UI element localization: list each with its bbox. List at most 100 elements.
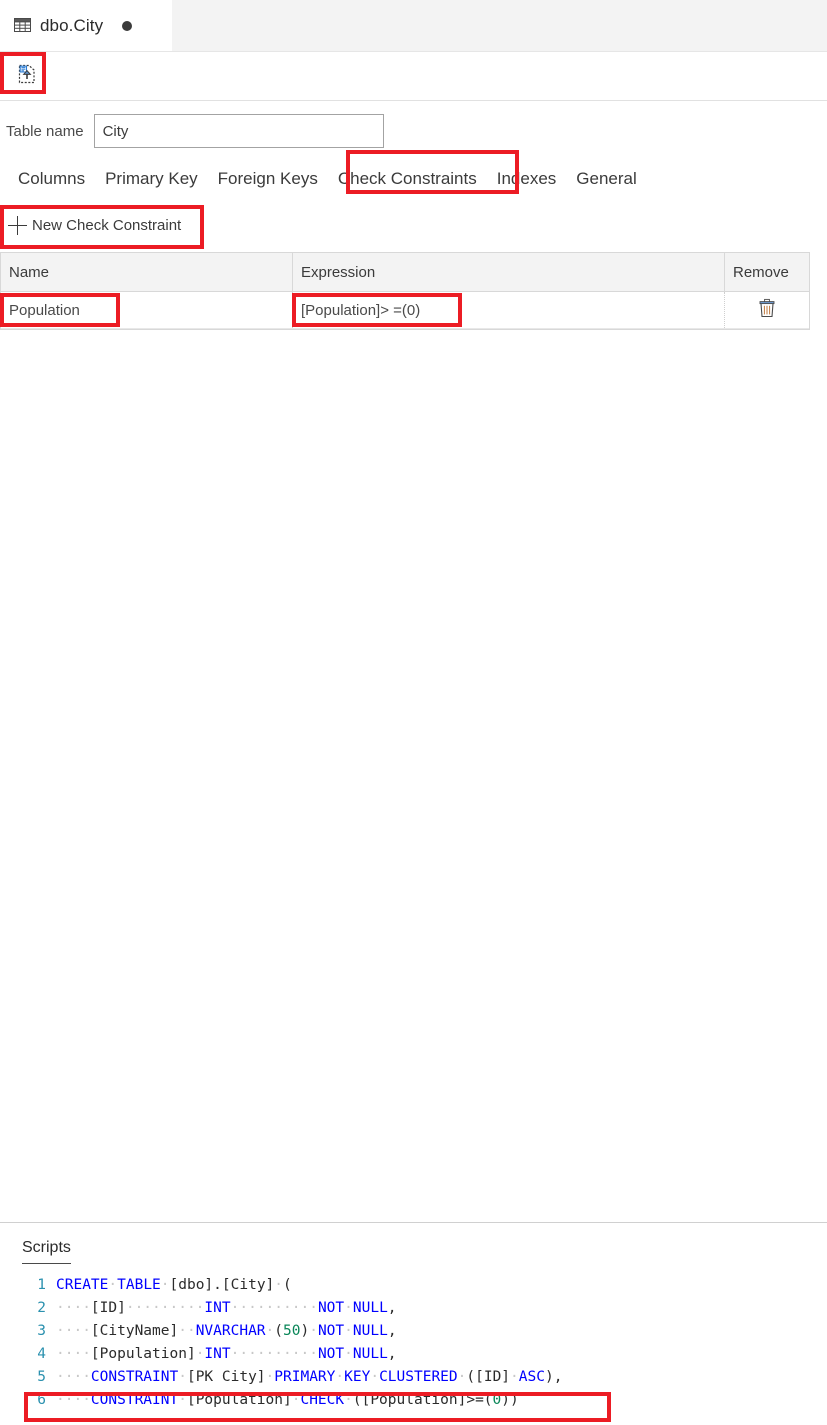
script-token: )) bbox=[501, 1392, 519, 1408]
script-token: · bbox=[370, 1369, 380, 1385]
script-code-view[interactable]: 1 CREATE·TABLE·[dbo].[City]·(2 ····[ID]···… bbox=[0, 1274, 827, 1412]
script-token: · bbox=[160, 1277, 170, 1293]
tab-columns[interactable]: Columns bbox=[8, 162, 95, 196]
column-header-name[interactable]: Name bbox=[1, 253, 293, 291]
line-number: 6 bbox=[37, 1392, 46, 1408]
designer-toolbar bbox=[0, 52, 827, 101]
script-token: [PK City] bbox=[186, 1369, 266, 1385]
script-token: ···· bbox=[56, 1392, 91, 1408]
tab-check-constraints[interactable]: Check Constraints bbox=[328, 162, 487, 196]
script-token: NOT bbox=[317, 1300, 345, 1316]
script-line: 2 ····[ID]·········INT··········NOT·NULL, bbox=[22, 1297, 827, 1320]
table-row[interactable]: Population [Population]> =(0) bbox=[1, 292, 809, 329]
script-line: 4 ····[Population]·INT··········NOT·NULL, bbox=[22, 1343, 827, 1366]
editor-tab-strip: dbo.City bbox=[0, 0, 827, 52]
tab-dbo-city[interactable]: dbo.City bbox=[0, 0, 172, 51]
line-number: 5 bbox=[37, 1369, 46, 1385]
script-token: NULL bbox=[352, 1346, 388, 1362]
script-token: [Population] bbox=[90, 1346, 196, 1362]
tab-label: dbo.City bbox=[40, 15, 104, 35]
column-header-expression[interactable]: Expression bbox=[293, 253, 725, 291]
trash-icon[interactable] bbox=[758, 298, 776, 322]
scripts-title[interactable]: Scripts bbox=[22, 1239, 71, 1264]
script-token: · bbox=[344, 1392, 353, 1408]
script-token: · bbox=[265, 1369, 275, 1385]
script-token: CLUSTERED bbox=[379, 1369, 458, 1385]
script-token: ···· bbox=[56, 1300, 91, 1316]
script-line: 1 CREATE·TABLE·[dbo].[City]·( bbox=[22, 1274, 827, 1297]
script-token: ········· bbox=[125, 1300, 205, 1316]
script-token: [ID] bbox=[475, 1369, 511, 1385]
script-token: CONSTRAINT bbox=[90, 1369, 179, 1385]
script-line: 3 ····[CityName]··NVARCHAR·(50)·NOT·NULL, bbox=[22, 1320, 827, 1343]
tab-primary-key[interactable]: Primary Key bbox=[95, 162, 208, 196]
script-line: 5 ····CONSTRAINT·[PK City]·PRIMARY·KEY·CL… bbox=[22, 1366, 827, 1389]
script-token: ·········· bbox=[230, 1300, 318, 1316]
script-token: , bbox=[387, 1323, 397, 1339]
script-token: , bbox=[387, 1300, 397, 1316]
script-token: [CityName] bbox=[90, 1323, 179, 1339]
script-token: PRIMARY bbox=[274, 1369, 336, 1385]
cell-remove[interactable] bbox=[725, 292, 809, 328]
script-token: ) bbox=[300, 1323, 310, 1339]
script-token: , bbox=[387, 1346, 397, 1362]
script-token: · bbox=[344, 1323, 353, 1339]
script-token: NULL bbox=[352, 1300, 388, 1316]
script-token: · bbox=[178, 1369, 187, 1385]
line-number: 1 bbox=[37, 1277, 46, 1293]
script-token: NOT bbox=[317, 1346, 345, 1362]
scripts-pane: Scripts 1 CREATE·TABLE·[dbo].[City]·(2 ···… bbox=[0, 1222, 827, 1425]
new-check-constraint-label: New Check Constraint bbox=[32, 217, 182, 234]
tab-general[interactable]: General bbox=[566, 162, 646, 196]
script-token: · bbox=[274, 1277, 284, 1293]
script-token: · bbox=[108, 1277, 118, 1293]
line-number: 3 bbox=[37, 1323, 46, 1339]
script-token: ( bbox=[274, 1323, 284, 1339]
designer-commands: New Check Constraint bbox=[0, 212, 827, 239]
line-number: 4 bbox=[37, 1346, 46, 1362]
table-name-label: Table name bbox=[6, 122, 84, 140]
script-token: ( bbox=[466, 1369, 476, 1385]
cell-constraint-name[interactable]: Population bbox=[1, 292, 293, 328]
script-token: [ID] bbox=[90, 1300, 126, 1316]
script-token: · bbox=[344, 1300, 353, 1316]
column-header-remove: Remove bbox=[733, 263, 789, 281]
script-token: ), bbox=[544, 1369, 563, 1385]
table-name-input[interactable] bbox=[93, 114, 384, 148]
line-number: 2 bbox=[37, 1300, 46, 1316]
tab-foreign-keys[interactable]: Foreign Keys bbox=[208, 162, 328, 196]
script-token: INT bbox=[204, 1346, 231, 1362]
script-token: · bbox=[510, 1369, 519, 1385]
script-token: KEY bbox=[344, 1369, 371, 1385]
designer-tab-list: Columns Primary Key Foreign Keys Check C… bbox=[0, 162, 827, 196]
scripts-header: Scripts bbox=[0, 1223, 827, 1264]
grid-header-row: Name Expression Remove bbox=[1, 253, 809, 292]
script-token: ( bbox=[283, 1277, 292, 1293]
script-token: ASC bbox=[518, 1369, 545, 1385]
publish-update-button[interactable] bbox=[12, 61, 42, 91]
script-token: · bbox=[178, 1392, 187, 1408]
script-token: TABLE bbox=[117, 1277, 161, 1293]
script-token: ·········· bbox=[230, 1346, 318, 1362]
script-token: ([Population]>=( bbox=[352, 1392, 493, 1408]
cell-constraint-expression[interactable]: [Population]> =(0) bbox=[293, 292, 725, 328]
script-token: ···· bbox=[56, 1346, 91, 1362]
script-token: NOT bbox=[317, 1323, 345, 1339]
script-token: NULL bbox=[352, 1323, 388, 1339]
script-token: NVARCHAR bbox=[195, 1323, 266, 1339]
new-check-constraint-button[interactable]: New Check Constraint bbox=[6, 212, 187, 239]
script-token: CHECK bbox=[300, 1392, 345, 1408]
script-token: CONSTRAINT bbox=[90, 1392, 179, 1408]
script-token: ···· bbox=[56, 1323, 91, 1339]
script-line: 6 ····CONSTRAINT·[Population]·CHECK·([Pop… bbox=[22, 1389, 827, 1412]
script-token: 0 bbox=[492, 1392, 502, 1408]
unsaved-changes-indicator bbox=[122, 20, 133, 31]
tab-strip-empty-area bbox=[172, 0, 827, 51]
script-token: INT bbox=[204, 1300, 231, 1316]
script-token: 50 bbox=[283, 1323, 301, 1339]
script-token: · bbox=[344, 1346, 353, 1362]
script-token: · bbox=[309, 1323, 318, 1339]
publish-update-icon bbox=[16, 63, 38, 90]
tab-indexes[interactable]: Indexes bbox=[487, 162, 567, 196]
table-name-row: Table name bbox=[0, 101, 827, 148]
